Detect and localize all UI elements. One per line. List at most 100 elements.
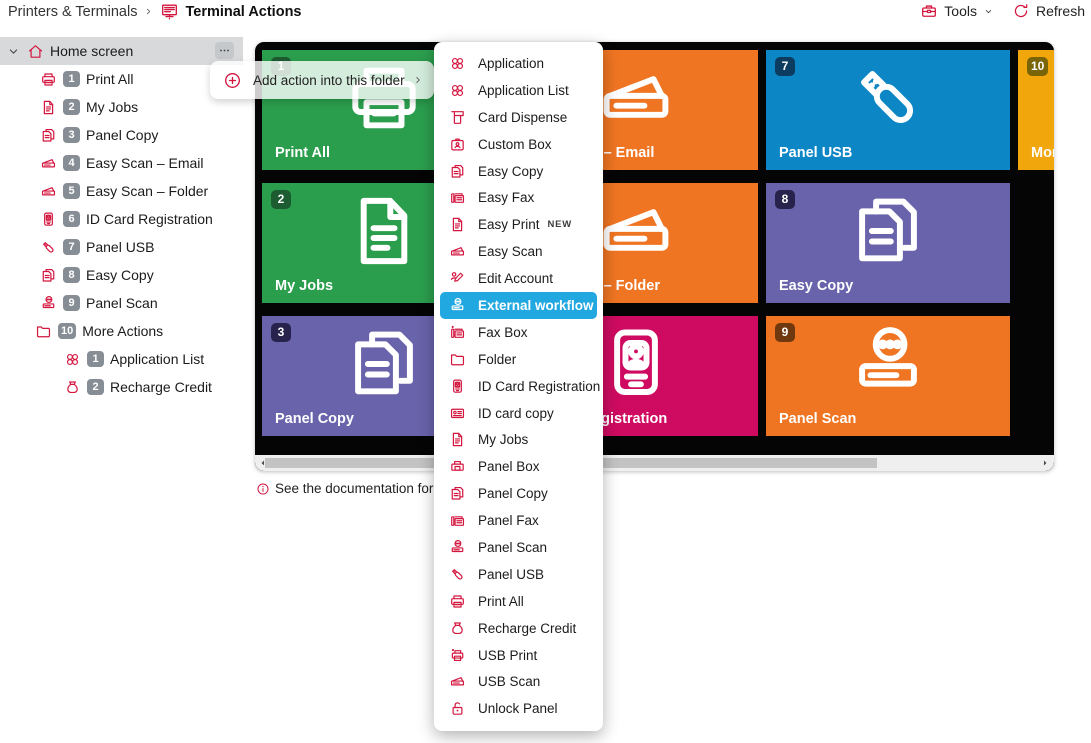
scanner-icon bbox=[449, 243, 466, 260]
breadcrumb: Printers & Terminals Terminal Actions bbox=[8, 2, 302, 21]
horizontal-scrollbar[interactable] bbox=[255, 455, 1054, 471]
menu-item-label: ID card copy bbox=[478, 406, 554, 421]
tile-label: Panel Scan bbox=[779, 411, 856, 427]
menu-item-panel-usb[interactable]: Panel USB bbox=[434, 561, 603, 588]
item-label: Easy Scan – Email bbox=[86, 155, 204, 171]
tile-label: Panel USB bbox=[779, 145, 852, 161]
ellipsis-icon bbox=[218, 44, 231, 57]
tile-label: More Actions bbox=[1031, 145, 1054, 161]
item-number-badge: 3 bbox=[63, 127, 80, 143]
add-circle-icon bbox=[223, 71, 242, 90]
sidebar-item-recharge-credit[interactable]: 2 Recharge Credit bbox=[0, 373, 247, 401]
menu-item-panel-fax[interactable]: Panel Fax bbox=[434, 507, 603, 534]
document-icon bbox=[40, 99, 57, 116]
menu-item-panel-scan[interactable]: Panel Scan bbox=[434, 534, 603, 561]
scroll-right-arrow[interactable] bbox=[1040, 458, 1050, 468]
refresh-button[interactable]: Refresh bbox=[1012, 2, 1085, 20]
tools-button[interactable]: Tools bbox=[920, 2, 994, 20]
chevron-down-icon bbox=[983, 6, 994, 17]
menu-item-card-dispense[interactable]: Card Dispense bbox=[434, 104, 603, 131]
printer-icon bbox=[449, 593, 466, 610]
sidebar-item-application-list[interactable]: 1 Application List bbox=[0, 345, 247, 373]
app-grid-icon bbox=[449, 55, 466, 72]
scanner-dots-icon bbox=[449, 539, 466, 556]
chevron-down-icon[interactable] bbox=[6, 44, 21, 59]
item-label: Panel Copy bbox=[86, 127, 158, 143]
menu-item-label: Unlock Panel bbox=[478, 701, 558, 716]
sidebar-item-home-screen[interactable]: Home screen bbox=[0, 37, 243, 65]
menu-item-label: Card Dispense bbox=[478, 110, 567, 125]
sidebar-item-id-card-registration[interactable]: 6 ID Card Registration bbox=[0, 205, 247, 233]
item-label: Easy Copy bbox=[86, 267, 154, 283]
menu-item-fax-box[interactable]: Fax Box bbox=[434, 319, 603, 346]
sidebar-item-panel-usb[interactable]: 7 Panel USB bbox=[0, 233, 247, 261]
item-number-badge: 8 bbox=[63, 267, 80, 283]
menu-item-label: ID Card Registration bbox=[478, 379, 600, 394]
money-bag-icon bbox=[64, 379, 81, 396]
custom-box-icon bbox=[449, 136, 466, 153]
page-title: Terminal Actions bbox=[185, 4, 301, 20]
chevron-down-icon[interactable] bbox=[14, 324, 29, 339]
menu-item-easy-scan[interactable]: Easy Scan bbox=[434, 238, 603, 265]
menu-item-panel-box[interactable]: Panel Box bbox=[434, 453, 603, 480]
menu-item-usb-print[interactable]: USB Print bbox=[434, 642, 603, 669]
sidebar-item-panel-scan[interactable]: 9 Panel Scan bbox=[0, 289, 247, 317]
menu-item-label: Folder bbox=[478, 352, 516, 367]
tile-more-actions[interactable]: 10 More Actions bbox=[1018, 50, 1054, 170]
menu-item-easy-print[interactable]: Easy Print NEW bbox=[434, 211, 603, 238]
menu-item-easy-fax[interactable]: Easy Fax bbox=[434, 184, 603, 211]
terminal-actions-page: { "topbar": { "breadcrumb_root": "Printe… bbox=[0, 0, 1091, 743]
sidebar-item-panel-copy[interactable]: 3 Panel Copy bbox=[0, 121, 247, 149]
tile-panel-scan[interactable]: 9 Panel Scan bbox=[766, 316, 1010, 436]
menu-item-custom-box[interactable]: Custom Box bbox=[434, 131, 603, 158]
tile-number-badge: 3 bbox=[271, 323, 291, 342]
menu-item-my-jobs[interactable]: My Jobs bbox=[434, 426, 603, 453]
menu-item-label: Application List bbox=[478, 83, 569, 98]
menu-item-label: USB Scan bbox=[478, 674, 540, 689]
scanner-dots-icon bbox=[449, 297, 466, 314]
menu-item-external-workflow[interactable]: External workflow bbox=[440, 292, 597, 319]
menu-item-panel-copy[interactable]: Panel Copy bbox=[434, 480, 603, 507]
item-number-badge: 1 bbox=[63, 71, 80, 87]
add-action-label: Add action into this folder bbox=[253, 73, 405, 88]
menu-item-easy-copy[interactable]: Easy Copy bbox=[434, 158, 603, 185]
item-label: Application List bbox=[110, 351, 204, 367]
sidebar-item-more-actions[interactable]: 10 More Actions bbox=[0, 317, 247, 345]
fax-icon bbox=[449, 512, 466, 529]
menu-item-application-list[interactable]: Application List bbox=[434, 77, 603, 104]
app-grid-icon bbox=[64, 351, 81, 368]
sidebar-item-easy-copy[interactable]: 8 Easy Copy bbox=[0, 261, 247, 289]
tile-label: Panel Copy bbox=[275, 411, 354, 427]
menu-item-edit-account[interactable]: Edit Account bbox=[434, 265, 603, 292]
tile-easy-copy[interactable]: 8 Easy Copy bbox=[766, 183, 1010, 303]
menu-item-id-card-copy[interactable]: ID card copy bbox=[434, 400, 603, 427]
sidebar-item-easy-scan-folder[interactable]: 5 Easy Scan – Folder bbox=[0, 177, 247, 205]
sidebar-item-my-jobs[interactable]: 2 My Jobs bbox=[0, 93, 247, 121]
more-options-button[interactable] bbox=[215, 42, 234, 59]
menu-item-id-card-registration[interactable]: ID Card Registration bbox=[434, 373, 603, 400]
menu-item-print-all[interactable]: Print All bbox=[434, 588, 603, 615]
item-number-badge: 6 bbox=[63, 211, 80, 227]
scanner-icon bbox=[40, 155, 57, 172]
documentation-note-text: See the documentation for c bbox=[275, 481, 444, 496]
item-number-badge: 2 bbox=[63, 99, 80, 115]
menu-item-recharge-credit[interactable]: Recharge Credit bbox=[434, 615, 603, 642]
app-grid-icon bbox=[449, 82, 466, 99]
menu-item-application[interactable]: Application bbox=[434, 50, 603, 77]
item-label: My Jobs bbox=[86, 99, 138, 115]
menu-item-label: Panel Scan bbox=[478, 540, 547, 555]
tile-number-badge: 8 bbox=[775, 190, 795, 209]
tile-panel-usb[interactable]: 7 Panel USB bbox=[766, 50, 1010, 170]
item-number-badge: 1 bbox=[87, 351, 104, 367]
menu-item-folder[interactable]: Folder bbox=[434, 346, 603, 373]
menu-item-usb-scan[interactable]: USB Scan bbox=[434, 668, 603, 695]
copy-icon bbox=[40, 127, 57, 144]
scanner-dots-icon bbox=[840, 322, 936, 406]
sidebar-item-easy-scan-email[interactable]: 4 Easy Scan – Email bbox=[0, 149, 247, 177]
item-number-badge: 5 bbox=[63, 183, 80, 199]
document-icon bbox=[336, 189, 432, 273]
add-action-menu-item[interactable]: Add action into this folder bbox=[210, 61, 434, 99]
breadcrumb-link[interactable]: Printers & Terminals bbox=[8, 4, 137, 20]
scanner-dots-icon bbox=[40, 295, 57, 312]
menu-item-unlock-panel[interactable]: Unlock Panel bbox=[434, 695, 603, 722]
